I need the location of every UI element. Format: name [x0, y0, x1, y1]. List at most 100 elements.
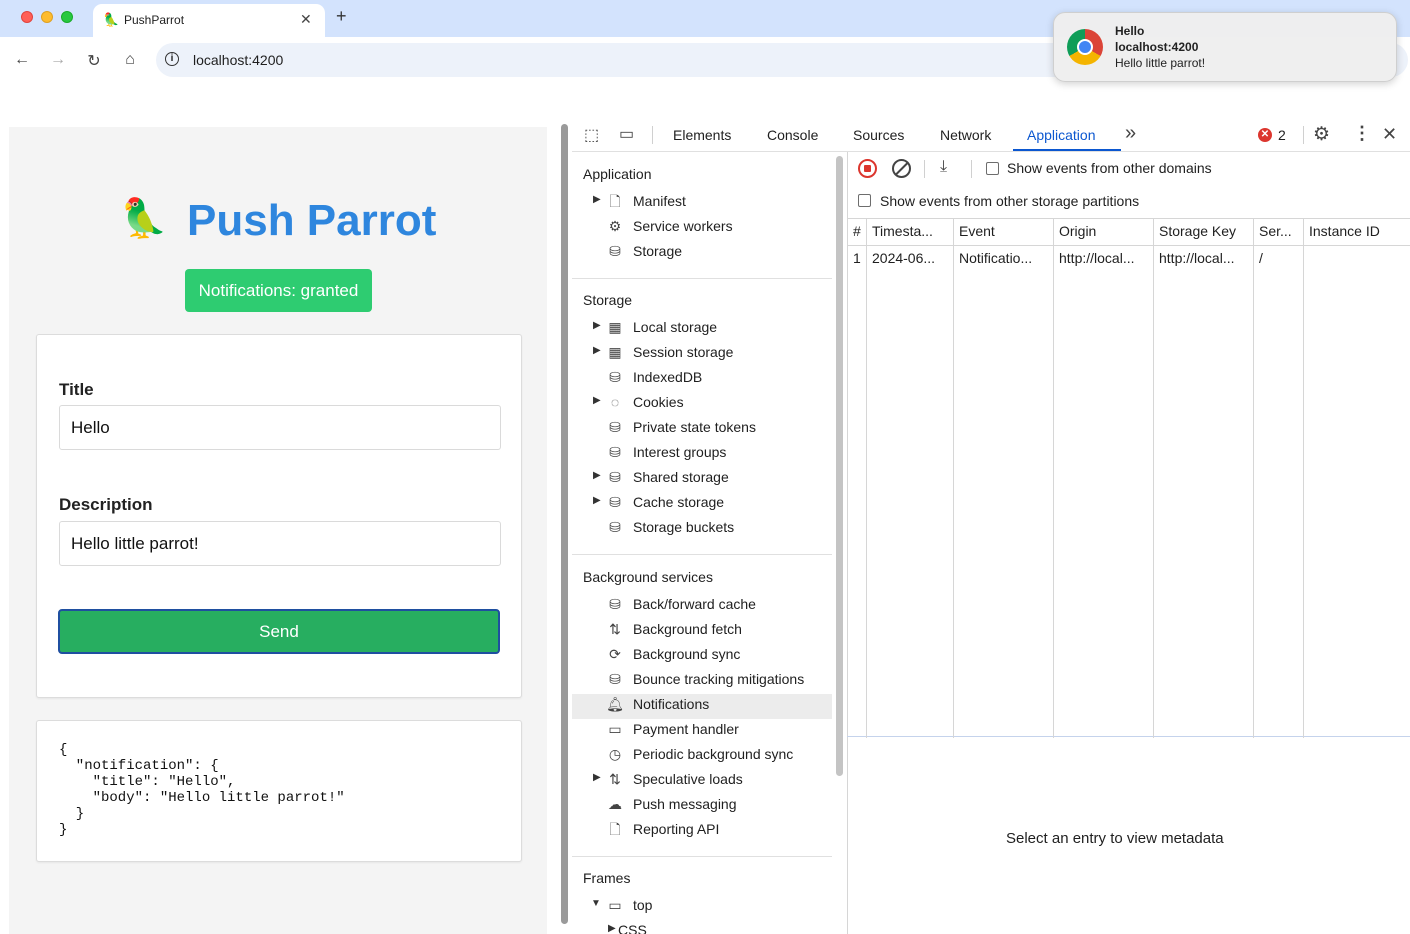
sidebar-item-label: Manifest	[633, 193, 686, 209]
expand-arrow-icon[interactable]: ▶	[593, 395, 601, 406]
sidebar-item-service-workers[interactable]: ⚙ Service workers	[572, 216, 832, 241]
site-info-icon[interactable]: i	[165, 52, 179, 66]
back-icon[interactable]: ←	[12, 51, 32, 69]
error-icon[interactable]: ✕	[1258, 128, 1272, 142]
system-notification[interactable]: Hello localhost:4200 Hello little parrot…	[1053, 12, 1397, 82]
settings-gear-icon[interactable]: ⚙	[1313, 123, 1330, 146]
download-icon[interactable]: ⤓	[940, 158, 947, 176]
description-label: Description	[59, 495, 153, 514]
tab-application[interactable]: Application	[1027, 127, 1096, 143]
sidebar-item-background-sync[interactable]: ⟳ Background sync	[572, 644, 832, 669]
reload-icon[interactable]: ↻	[84, 51, 104, 71]
close-devtools-icon[interactable]: ✕	[1382, 124, 1397, 145]
sidebar-item-session-storage[interactable]: ▶ ▦ Session storage	[572, 342, 832, 367]
more-options-icon[interactable]: ⋮	[1353, 123, 1371, 144]
minimize-window-button[interactable]	[41, 11, 53, 23]
devtools-splitter[interactable]	[558, 118, 572, 934]
other-domains-label: Show events from other domains	[1007, 160, 1212, 176]
sidebar-item-indexeddb[interactable]: ⛁ IndexedDB	[572, 367, 832, 392]
sidebar-item-interest-groups[interactable]: ⛁ Interest groups	[572, 442, 832, 467]
column-header[interactable]: Timesta...	[872, 223, 933, 239]
collapse-arrow-icon[interactable]: ▼	[591, 898, 601, 909]
close-window-button[interactable]	[21, 11, 33, 23]
sidebar-item-background-fetch[interactable]: ⇅ Background fetch	[572, 619, 832, 644]
tab-elements[interactable]: Elements	[673, 127, 731, 143]
send-button[interactable]: Send	[58, 609, 500, 654]
expand-arrow-icon[interactable]: ▶	[593, 320, 601, 331]
sidebar-item-back-forward-cache[interactable]: ⛁ Back/forward cache	[572, 594, 832, 619]
tab-console[interactable]: Console	[767, 127, 818, 143]
expand-arrow-icon[interactable]: ▶	[593, 495, 601, 506]
stop-icon	[864, 165, 871, 172]
other-partitions-checkbox[interactable]	[858, 194, 871, 207]
section-heading-background-services: Background services	[583, 569, 713, 585]
expand-arrow-icon[interactable]: ▶	[593, 772, 601, 783]
sidebar-item-reporting-api[interactable]: 🗋 Reporting API	[572, 819, 832, 844]
inspect-element-icon[interactable]: ⬚	[584, 125, 599, 145]
column-header[interactable]: Ser...	[1259, 223, 1292, 239]
expand-arrow-icon[interactable]: ▶	[608, 923, 616, 934]
url-text[interactable]: localhost:4200	[193, 52, 283, 68]
sidebar-item-private-state-tokens[interactable]: ⛁ Private state tokens	[572, 417, 832, 442]
sidebar-item-label: Local storage	[633, 319, 718, 335]
browser-tab[interactable]: 🦜 PushParrot ✕	[93, 4, 325, 37]
other-domains-checkbox[interactable]	[986, 162, 999, 175]
expand-arrow-icon[interactable]: ▶	[593, 470, 601, 481]
table-cell: /	[1259, 250, 1263, 266]
sidebar-item-speculative-loads[interactable]: ▶ ⇅ Speculative loads	[572, 769, 832, 794]
column-header[interactable]: #	[853, 223, 861, 239]
divider	[572, 856, 832, 857]
tab-network[interactable]: Network	[940, 127, 991, 143]
column-header[interactable]: Storage Key	[1159, 223, 1236, 239]
table-cell: Notificatio...	[959, 250, 1033, 266]
sidebar-item-storage-buckets[interactable]: ⛁ Storage buckets	[572, 517, 832, 542]
record-button[interactable]	[858, 159, 877, 178]
sidebar-item-shared-storage[interactable]: ▶ ⛁ Shared storage	[572, 467, 832, 492]
scrollbar-thumb[interactable]	[836, 156, 843, 776]
notification-body: Hello little parrot!	[1115, 56, 1206, 70]
sidebar-item-storage[interactable]: ⛁ Storage	[572, 241, 832, 266]
column-header[interactable]: Event	[959, 223, 995, 239]
sidebar-scrollbar[interactable]	[834, 152, 846, 934]
device-toolbar-icon[interactable]: ▭	[619, 124, 634, 144]
expand-arrow-icon[interactable]: ▶	[593, 345, 601, 356]
section-heading-frames: Frames	[583, 870, 631, 886]
active-tab-indicator	[1013, 149, 1121, 151]
sidebar-item-bounce-tracking[interactable]: ⛁ Bounce tracking mitigations	[572, 669, 832, 694]
divider	[652, 126, 653, 144]
sidebar-item-label: Cache storage	[633, 494, 725, 510]
sidebar-item-notifications[interactable]: 🔔︎ Notifications	[572, 694, 832, 719]
forward-icon[interactable]: →	[48, 51, 68, 69]
database-icon: ⛁	[609, 671, 621, 687]
sidebar-item-payment-handler[interactable]: ▭ Payment handler	[572, 719, 832, 744]
sidebar-item-cache-storage[interactable]: ▶ ⛁ Cache storage	[572, 492, 832, 517]
permission-badge: Notifications: granted	[185, 269, 372, 312]
sidebar-item-frame-top[interactable]: ▼ ▭ top	[572, 895, 832, 920]
error-count[interactable]: 2	[1278, 127, 1286, 143]
sidebar-item-css[interactable]: ▶ CSS	[572, 920, 832, 934]
sidebar-item-label: IndexedDB	[633, 369, 703, 385]
database-icon: ⛁	[609, 444, 621, 460]
new-tab-button[interactable]: +	[336, 6, 347, 27]
expand-arrow-icon[interactable]: ▶	[593, 194, 601, 205]
column-header[interactable]: Origin	[1059, 223, 1096, 239]
page-scrollbar[interactable]	[561, 124, 568, 924]
home-icon[interactable]: ⌂	[120, 51, 140, 69]
title-input[interactable]	[59, 405, 501, 450]
description-input[interactable]	[59, 521, 501, 566]
sidebar-item-local-storage[interactable]: ▶ ▦ Local storage	[572, 317, 832, 342]
more-tabs-icon[interactable]: »	[1125, 122, 1136, 145]
sidebar-item-manifest[interactable]: ▶ 🗋 Manifest	[572, 191, 832, 216]
clear-icon[interactable]	[892, 159, 911, 178]
database-icon: ⛁	[609, 519, 621, 535]
sidebar-item-push-messaging[interactable]: ☁ Push messaging	[572, 794, 832, 819]
sidebar-item-periodic-sync[interactable]: ◷ Periodic background sync	[572, 744, 832, 769]
table-cell: 2024-06...	[872, 250, 936, 266]
tab-close-icon[interactable]: ✕	[300, 11, 312, 28]
maximize-window-button[interactable]	[61, 11, 73, 23]
sidebar-item-cookies[interactable]: ▶ ◌ Cookies	[572, 392, 832, 417]
file-icon: 🗋	[609, 193, 621, 209]
cookie-icon: ◌	[610, 394, 620, 410]
column-header[interactable]: Instance ID	[1309, 223, 1380, 239]
tab-sources[interactable]: Sources	[853, 127, 904, 143]
